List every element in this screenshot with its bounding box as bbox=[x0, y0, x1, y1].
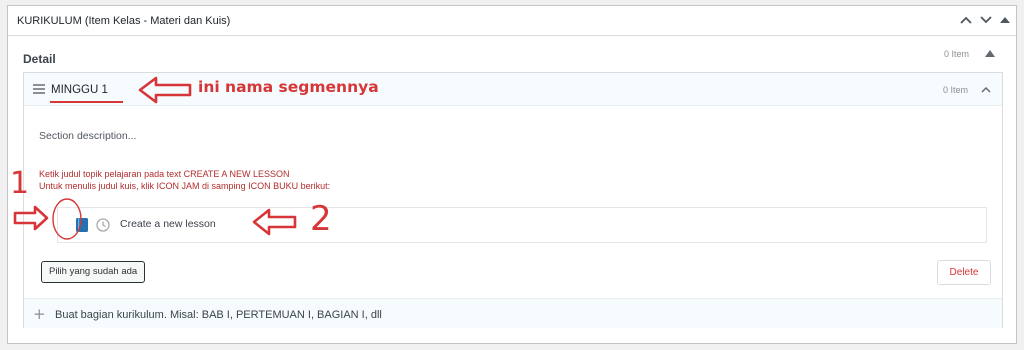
metabox-header: KURIKULUM (Item Kelas - Materi dan Kuis) bbox=[8, 6, 1016, 36]
annotation-marker-1: 1 bbox=[10, 166, 30, 201]
annotation-marker-2: 2 bbox=[310, 199, 332, 239]
annotation-arrow-left-icon bbox=[138, 76, 192, 104]
chevron-up-icon[interactable] bbox=[958, 12, 974, 28]
detail-item-count: 0 Item bbox=[944, 49, 970, 59]
new-lesson-row: Create a new lesson bbox=[57, 207, 987, 243]
add-section-row: + bbox=[24, 298, 1002, 328]
instruction-note-2: Untuk menulis judul kuis, klik ICON JAM … bbox=[39, 181, 331, 191]
section-description[interactable]: Section description... bbox=[39, 130, 136, 142]
curriculum-metabox: KURIKULUM (Item Kelas - Materi dan Kuis)… bbox=[7, 5, 1017, 344]
create-lesson-input[interactable]: Create a new lesson bbox=[120, 218, 216, 230]
plus-icon: + bbox=[33, 305, 46, 323]
clock-icon[interactable] bbox=[96, 218, 110, 232]
detail-label: Detail bbox=[23, 52, 56, 66]
new-section-input[interactable] bbox=[55, 307, 555, 323]
section-collapse-icon[interactable] bbox=[979, 82, 993, 96]
annotation-arrow-left-icon-2 bbox=[252, 208, 297, 236]
annotation-circle bbox=[52, 198, 82, 240]
annotation-underline bbox=[50, 101, 123, 103]
delete-section-button[interactable]: Delete bbox=[937, 260, 991, 285]
instruction-note-1: Ketik judul topik pelajaran pada text CR… bbox=[39, 169, 290, 179]
metabox-title: KURIKULUM (Item Kelas - Materi dan Kuis) bbox=[17, 15, 231, 27]
section-header: ini nama segmennya 0 Item bbox=[24, 73, 1002, 106]
detail-collapse-icon[interactable] bbox=[983, 46, 997, 60]
caret-up-icon[interactable] bbox=[997, 12, 1013, 28]
chevron-down-icon[interactable] bbox=[978, 12, 994, 28]
drag-handle-icon[interactable] bbox=[33, 84, 45, 94]
select-existing-button[interactable]: Pilih yang sudah ada bbox=[41, 261, 146, 283]
curriculum-section: ini nama segmennya 0 Item Section descri… bbox=[23, 72, 1003, 328]
annotation-arrow-right-icon bbox=[13, 205, 49, 231]
section-item-count: 0 Item bbox=[943, 85, 969, 95]
annotation-segment-note: ini nama segmennya bbox=[198, 78, 379, 96]
